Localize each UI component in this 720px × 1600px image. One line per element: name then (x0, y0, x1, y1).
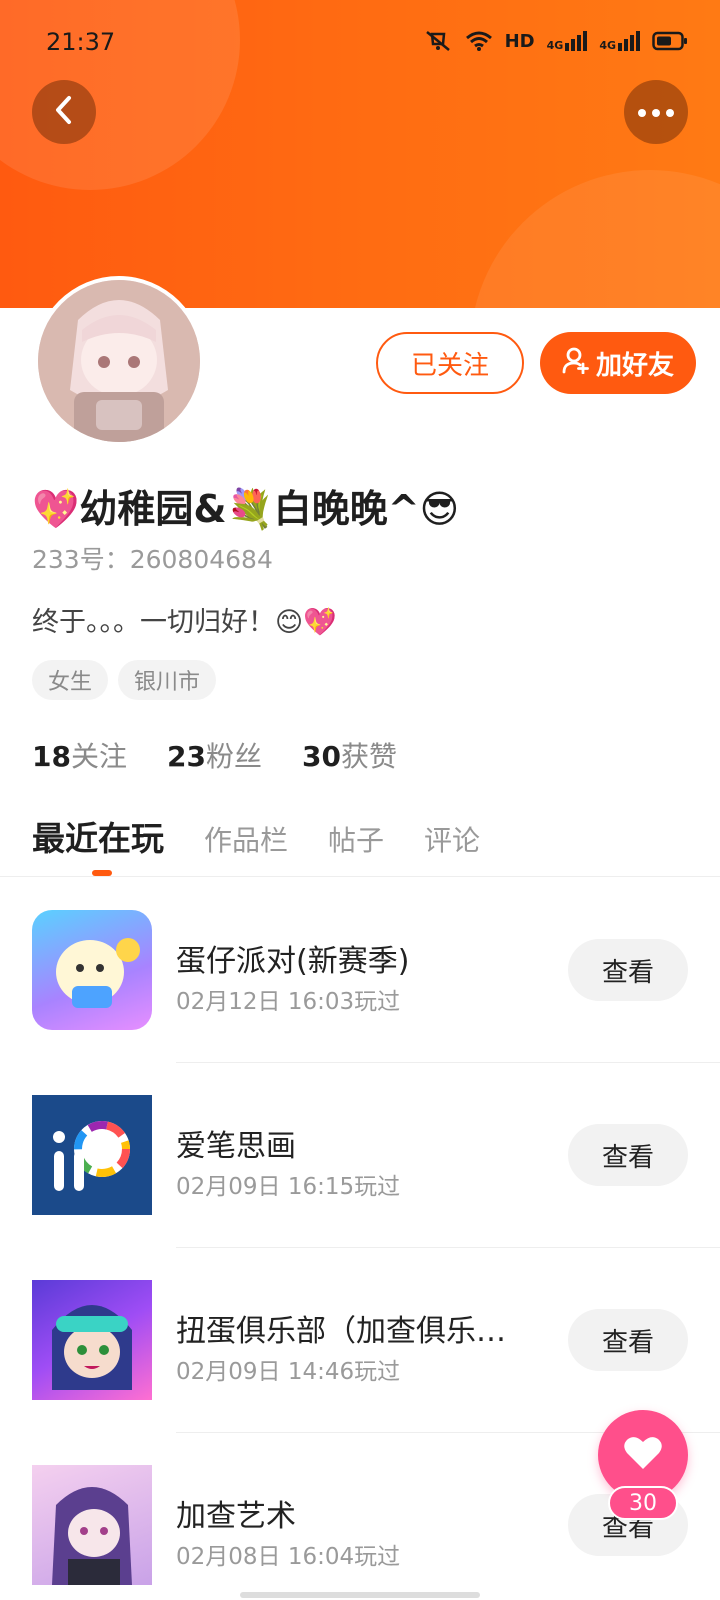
game-icon-eggy-party (32, 910, 152, 1030)
like-count-badge: 30 (608, 1486, 678, 1520)
tab-comments[interactable]: 评论 (424, 819, 480, 859)
tab-divider (0, 876, 720, 877)
game-played-time: 02月09日 16:15玩过 (176, 1174, 401, 1200)
more-button[interactable] (624, 80, 688, 144)
status-time: 21:37 (46, 28, 116, 56)
heart-icon (623, 1435, 663, 1475)
view-button[interactable]: 查看 (568, 1124, 688, 1186)
stat-likes[interactable]: 30获赞 (302, 735, 397, 775)
tag-gender: 女生 (32, 660, 109, 700)
view-button[interactable]: 查看 (568, 1309, 688, 1371)
list-item[interactable]: 扭蛋俱乐部（加查俱乐部） 02月09日 14:46玩过 查看 (0, 1248, 720, 1433)
avatar-image (38, 280, 200, 442)
game-played-time: 02月08日 16:04玩过 (176, 1544, 401, 1570)
profile-tags: 女生 银川市 (32, 660, 217, 700)
followed-button[interactable]: 已关注 (376, 332, 524, 394)
status-bar: 21:37 HD 4G 4G (0, 0, 720, 86)
tag-location: 银川市 (118, 660, 217, 700)
profile-nickname: 💖幼稚园&💐白晚晚^😎 (32, 487, 460, 531)
profile-stats: 18关注 23粉丝 30获赞 (32, 735, 397, 775)
mute-icon (423, 30, 453, 52)
add-friend-label: 加好友 (595, 350, 674, 381)
profile-id[interactable]: 233号：260804684 (32, 540, 273, 576)
game-title: 爱笔思画 (176, 1129, 296, 1164)
signal-icon-2: 4G (599, 31, 640, 51)
status-icons: HD 4G 4G (423, 30, 688, 52)
game-title: 加查艺术 (176, 1499, 296, 1534)
add-friend-button[interactable]: 加好友 (540, 332, 696, 394)
list-item[interactable]: 爱笔思画 02月09日 16:15玩过 查看 (0, 1063, 720, 1248)
tab-posts[interactable]: 帖子 (328, 819, 384, 859)
game-icon-gacha-art (32, 1465, 152, 1585)
game-played-time: 02月12日 16:03玩过 (176, 989, 401, 1015)
profile-tabs: 最近在玩 作品栏 帖子 评论 (32, 812, 480, 860)
more-dots-icon (636, 103, 676, 122)
home-indicator[interactable] (240, 1592, 480, 1598)
signal-icon: 4G (547, 31, 588, 51)
profile-bio: 终于。。。一切归好！😊💖 (32, 607, 337, 638)
game-icon-gacha-club (32, 1280, 152, 1400)
view-button[interactable]: 查看 (568, 939, 688, 1001)
tab-works[interactable]: 作品栏 (204, 819, 288, 859)
game-played-time: 02月09日 14:46玩过 (176, 1359, 401, 1385)
game-title: 蛋仔派对(新赛季) (176, 944, 410, 979)
stat-following[interactable]: 18关注 (32, 735, 127, 775)
wifi-icon (465, 30, 493, 52)
avatar[interactable] (34, 276, 204, 446)
game-title: 扭蛋俱乐部（加查俱乐部） (176, 1314, 516, 1349)
battery-icon (652, 31, 688, 51)
chevron-left-icon (51, 94, 77, 130)
hd-label: HD (504, 30, 535, 52)
list-item[interactable]: 蛋仔派对(新赛季) 02月12日 16:03玩过 查看 (0, 878, 720, 1063)
back-button[interactable] (32, 80, 96, 144)
tab-recently-played[interactable]: 最近在玩 (32, 812, 164, 860)
game-icon-ibis-paint (32, 1095, 152, 1215)
stat-followers[interactable]: 23粉丝 (167, 735, 262, 775)
add-user-icon (562, 346, 590, 381)
